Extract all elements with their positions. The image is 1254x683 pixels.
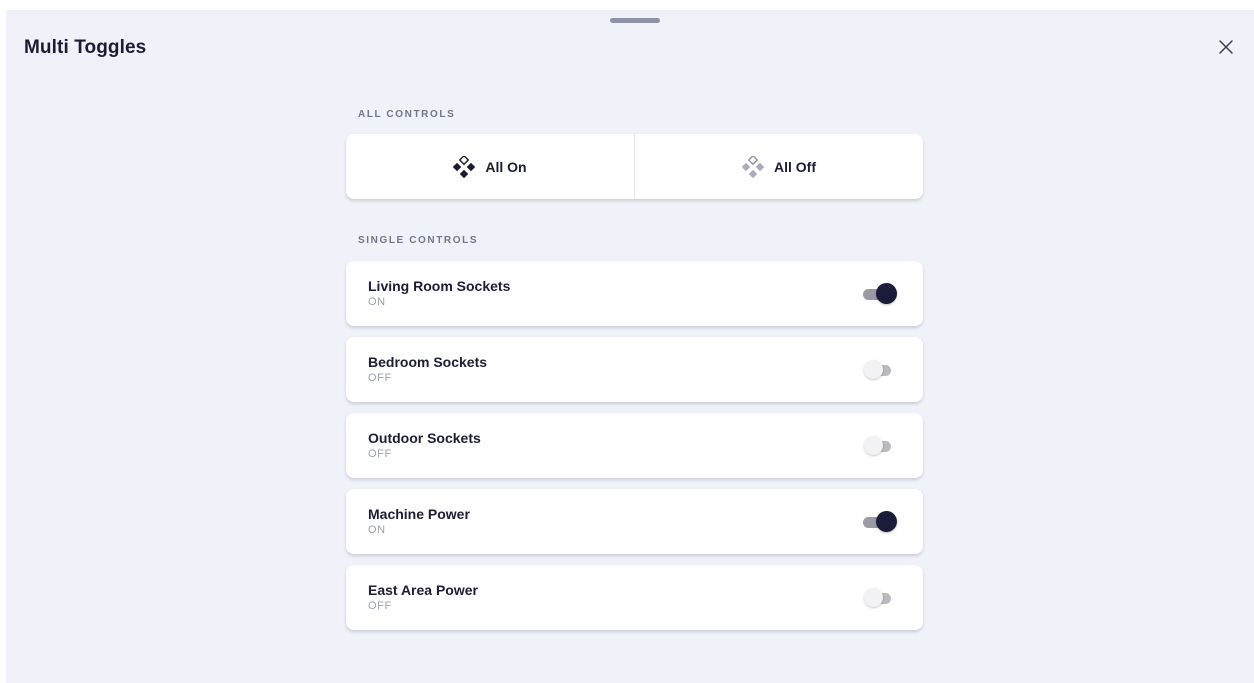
diamond-cluster-icon (453, 155, 476, 178)
toggle-knob (864, 436, 883, 455)
device-state: OFF (368, 372, 392, 384)
all-on-button[interactable]: All On (346, 134, 634, 199)
drag-handle[interactable] (610, 18, 660, 23)
single-controls-label: SINGLE CONTROLS (358, 235, 479, 246)
device-state: ON (368, 524, 386, 536)
sheet-title: Multi Toggles (24, 37, 147, 58)
device-name: Living Room Sockets (368, 278, 511, 294)
toggle-switch[interactable] (855, 511, 897, 533)
all-controls-card: All On All Off (346, 134, 923, 199)
controls-content: ALL CONTROLS All On All Off SINGLE CONTR… (346, 108, 923, 641)
device-card-outdoor-sockets[interactable]: Outdoor Sockets OFF (346, 413, 923, 478)
diamond-cluster-outline-icon (742, 155, 764, 178)
all-on-label: All On (485, 158, 527, 175)
device-state: ON (368, 296, 386, 308)
device-name: Outdoor Sockets (368, 430, 481, 446)
device-state: OFF (368, 600, 392, 612)
device-state: OFF (368, 448, 392, 460)
device-list: Living Room Sockets ON Bedroom Sockets O… (346, 261, 923, 630)
toggle-knob (876, 283, 897, 304)
toggle-knob (864, 360, 883, 379)
close-button[interactable] (1216, 37, 1236, 57)
toggle-switch[interactable] (855, 587, 897, 609)
device-card-machine-power[interactable]: Machine Power ON (346, 489, 923, 554)
all-off-label: All Off (774, 158, 816, 175)
device-name: Bedroom Sockets (368, 354, 488, 370)
device-name: East Area Power (368, 582, 478, 598)
toggle-switch[interactable] (855, 283, 897, 305)
device-card-bedroom-sockets[interactable]: Bedroom Sockets OFF (346, 337, 923, 402)
toggle-switch[interactable] (855, 359, 897, 381)
toggle-knob (864, 588, 883, 607)
device-card-living-room-sockets[interactable]: Living Room Sockets ON (346, 261, 923, 326)
device-card-east-area-power[interactable]: East Area Power OFF (346, 565, 923, 630)
all-off-button[interactable]: All Off (634, 134, 923, 199)
toggle-knob (876, 511, 897, 532)
close-icon (1219, 40, 1233, 54)
all-controls-label: ALL CONTROLS (358, 109, 456, 120)
device-name: Machine Power (368, 506, 470, 522)
toggle-switch[interactable] (855, 435, 897, 457)
multi-toggles-sheet: Multi Toggles ALL CONTROLS All On All Of… (6, 10, 1254, 683)
